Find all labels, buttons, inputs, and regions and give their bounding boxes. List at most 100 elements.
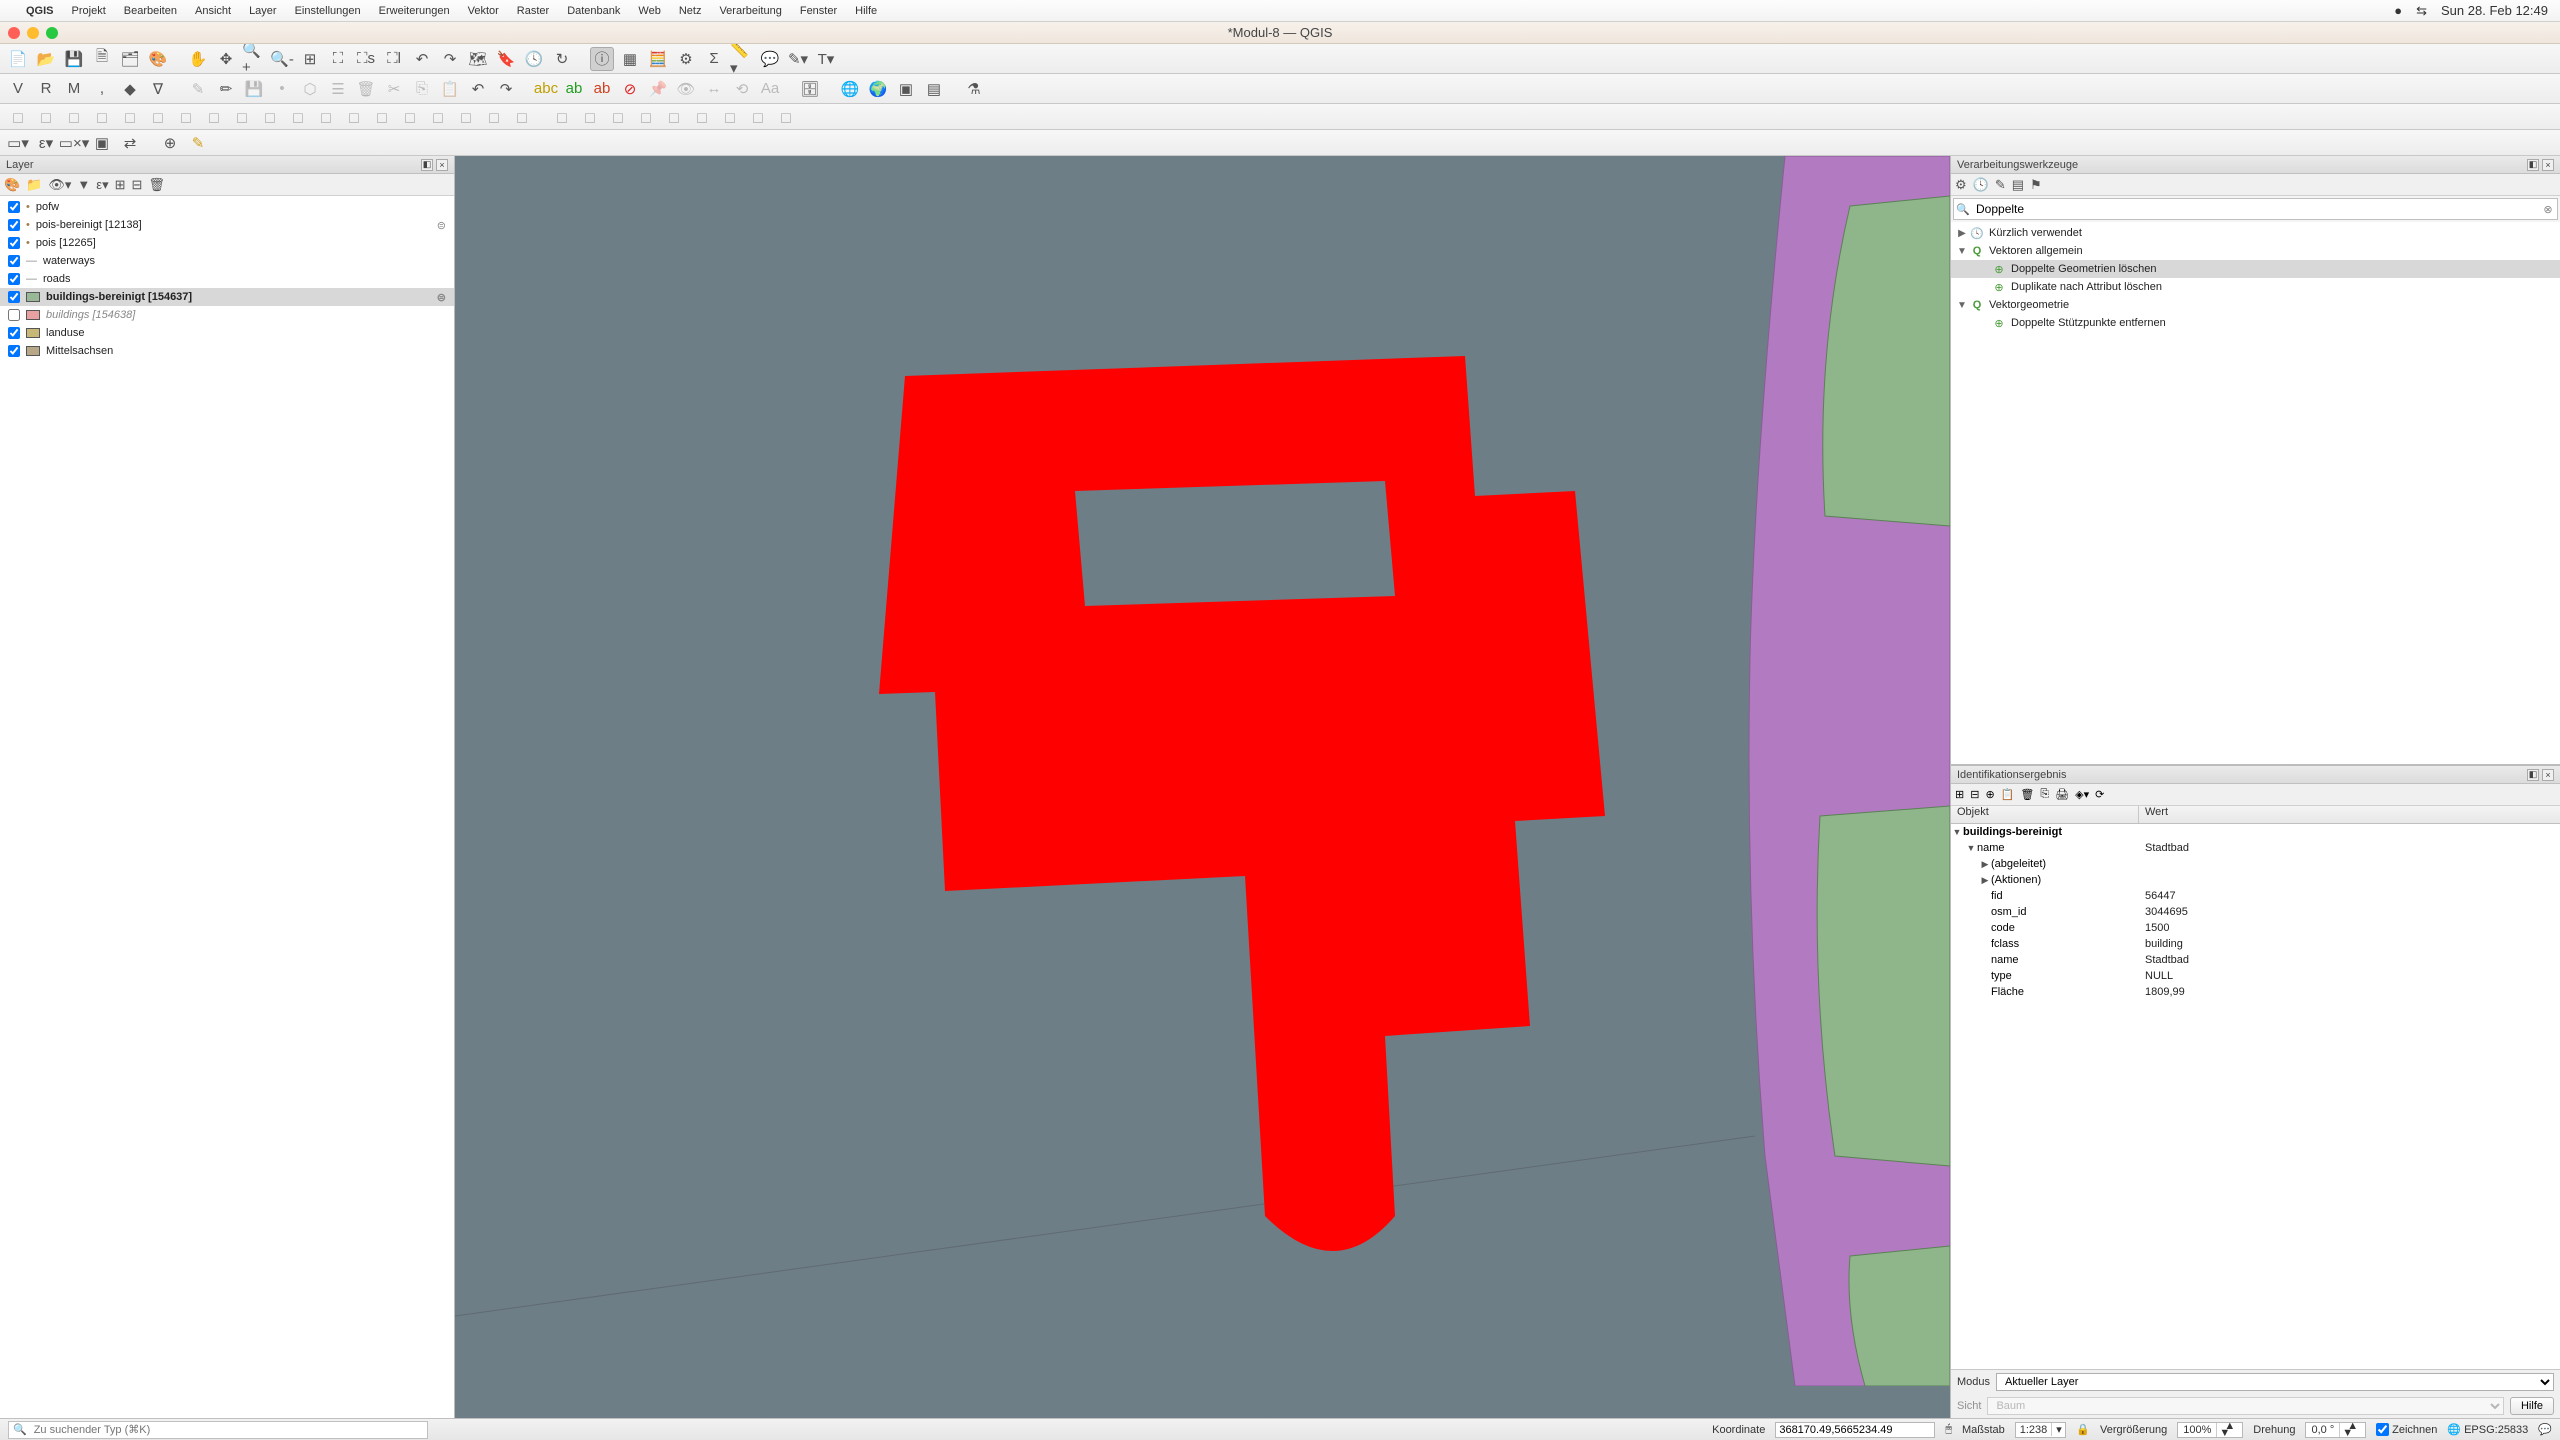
label-show-icon[interactable]: 👁 [674, 77, 698, 101]
layer-row[interactable]: •pois-bereinigt [12138]⊜ [0, 216, 454, 234]
annotation-icon[interactable]: ✎▾ [786, 47, 810, 71]
label-move-icon[interactable]: ↔ [702, 77, 726, 101]
scale-select[interactable]: 1:238▾ [2015, 1422, 2067, 1438]
expander-icon[interactable]: ▶ [1955, 228, 1969, 239]
label-pin-icon[interactable]: 📌 [646, 77, 670, 101]
dig-13-icon[interactable]: ◻ [342, 105, 366, 129]
layer-styling-icon[interactable]: 🎨 [4, 177, 20, 193]
modify-attributes-icon[interactable]: ☰ [326, 77, 350, 101]
undo-icon[interactable]: ↶ [466, 77, 490, 101]
menu-raster[interactable]: Raster [517, 5, 549, 17]
plugin-a-icon[interactable]: ✎ [186, 131, 210, 155]
expander-icon[interactable]: ▼ [1965, 843, 1977, 853]
refresh-icon[interactable]: ↻ [550, 47, 574, 71]
locator-input[interactable] [31, 1422, 423, 1438]
expander-icon[interactable]: ▶ [1979, 875, 1991, 886]
dig-10-icon[interactable]: ◻ [258, 105, 282, 129]
label-change-icon[interactable]: Aa [758, 77, 782, 101]
dig-17-icon[interactable]: ◻ [454, 105, 478, 129]
redo-icon[interactable]: ↷ [494, 77, 518, 101]
identify-row[interactable]: typeNULL [1951, 968, 2560, 984]
style-manager-icon[interactable]: 🎨 [146, 47, 170, 71]
layer-row[interactable]: landuse [0, 324, 454, 342]
processing-search[interactable]: 🔍 ⊗ [1953, 198, 2558, 220]
expand-all-icon[interactable]: ⊞ [115, 177, 126, 193]
open-attribute-table-icon[interactable]: ▦ [618, 47, 642, 71]
render-checkbox[interactable]: Zeichnen [2376, 1423, 2437, 1436]
identify-row[interactable]: ▶(abgeleitet) [1951, 856, 2560, 872]
statistics-icon[interactable]: Σ [702, 47, 726, 71]
expander-icon[interactable]: ▼ [1955, 300, 1969, 311]
dig-2-icon[interactable]: ◻ [34, 105, 58, 129]
algorithm-item[interactable]: ⊕Doppelte Geometrien löschen [1951, 260, 2560, 278]
text-annotation-icon[interactable]: T▾ [814, 47, 838, 71]
label-toolbar-3-icon[interactable]: ab [590, 77, 614, 101]
layer-visibility-checkbox[interactable] [8, 327, 20, 339]
id-collapse-icon[interactable]: ⊟ [1970, 788, 1979, 801]
add-raster-icon[interactable]: R [34, 77, 58, 101]
select-all-icon[interactable]: ▣ [90, 131, 114, 155]
zoom-layer-icon[interactable]: ⛶l [382, 47, 406, 71]
menu-app[interactable]: QGIS [26, 5, 54, 17]
alg-group[interactable]: ▼QVektoren allgemein [1951, 242, 2560, 260]
filter-indicator-icon[interactable]: ⊜ [437, 219, 446, 232]
proc-history-icon[interactable]: 🕓 [1973, 177, 1989, 193]
dig-1-icon[interactable]: ◻ [6, 105, 30, 129]
zoom-native-icon[interactable]: ⊞ [298, 47, 322, 71]
maptips-icon[interactable]: 💬 [758, 47, 782, 71]
identify-icon[interactable]: ⓘ [590, 47, 614, 71]
identify-row[interactable]: ▼nameStadtbad [1951, 840, 2560, 856]
processing-search-input[interactable] [1972, 202, 2539, 216]
processing-undock-icon[interactable]: ◧ [2527, 159, 2539, 171]
save-edits-icon[interactable]: 💾 [242, 77, 266, 101]
dig-8-icon[interactable]: ◻ [202, 105, 226, 129]
menu-erweiterungen[interactable]: Erweiterungen [379, 5, 450, 17]
add-virtual-icon[interactable]: ∇ [146, 77, 170, 101]
extents-icon[interactable]: 🖱 [1945, 1423, 1952, 1436]
menu-bearbeiten[interactable]: Bearbeiten [124, 5, 177, 17]
menu-netz[interactable]: Netz [679, 5, 702, 17]
menu-projekt[interactable]: Projekt [72, 5, 106, 17]
layer-row[interactable]: Mittelsachsen [0, 342, 454, 360]
field-calculator-icon[interactable]: 🧮 [646, 47, 670, 71]
dig-6-icon[interactable]: ◻ [146, 105, 170, 129]
layer-tree[interactable]: •pofw•pois-bereinigt [12138]⊜•pois [1226… [0, 196, 454, 1418]
manage-themes-icon[interactable]: 👁▾ [48, 177, 71, 193]
layer-visibility-checkbox[interactable] [8, 255, 20, 267]
new-project-icon[interactable]: 📄 [6, 47, 30, 71]
layer-visibility-checkbox[interactable] [8, 219, 20, 231]
dig-14-icon[interactable]: ◻ [370, 105, 394, 129]
identify-row[interactable]: osm_id3044695 [1951, 904, 2560, 920]
messages-icon[interactable]: 💬 [2538, 1423, 2552, 1436]
menu-ansicht[interactable]: Ansicht [195, 5, 231, 17]
dig-9-icon[interactable]: ◻ [230, 105, 254, 129]
id-copy-icon[interactable]: ⎘ [2040, 788, 2049, 801]
pan-icon[interactable]: ✋ [186, 47, 210, 71]
algorithm-item[interactable]: ⊕Duplikate nach Attribut löschen [1951, 278, 2560, 296]
dig-5-icon[interactable]: ◻ [118, 105, 142, 129]
window-close-icon[interactable] [8, 27, 20, 39]
dig-16-icon[interactable]: ◻ [426, 105, 450, 129]
clear-search-icon[interactable]: ⊗ [2539, 203, 2557, 216]
layer-visibility-checkbox[interactable] [8, 201, 20, 213]
add-spatialite-icon[interactable]: ◆ [118, 77, 142, 101]
dig-3-icon[interactable]: ◻ [62, 105, 86, 129]
dig-27-icon[interactable]: ◻ [746, 105, 770, 129]
layer-row[interactable]: buildings [154638] [0, 306, 454, 324]
label-rotate-icon[interactable]: ⟲ [730, 77, 754, 101]
vertex-tool-icon[interactable]: ⬡ [298, 77, 322, 101]
add-feature-icon[interactable]: • [270, 77, 294, 101]
expander-icon[interactable]: ▼ [1951, 827, 1963, 837]
zoom-last-icon[interactable]: ↶ [410, 47, 434, 71]
mag-spinner[interactable]: 100%▲▼ [2177, 1422, 2243, 1438]
proc-edit-icon[interactable]: ✎ [1995, 177, 2006, 193]
window-minimize-icon[interactable] [27, 27, 39, 39]
dig-12-icon[interactable]: ◻ [314, 105, 338, 129]
measure-icon[interactable]: 📏▾ [730, 47, 754, 71]
identify-row[interactable]: fclassbuilding [1951, 936, 2560, 952]
layer-row[interactable]: buildings-bereinigt [154637]⊜ [0, 288, 454, 306]
id-form-icon[interactable]: 📋 [2001, 788, 2015, 801]
open-project-icon[interactable]: 📂 [34, 47, 58, 71]
osm-download-icon[interactable]: 🌍 [866, 77, 890, 101]
map-canvas[interactable] [455, 156, 1950, 1418]
